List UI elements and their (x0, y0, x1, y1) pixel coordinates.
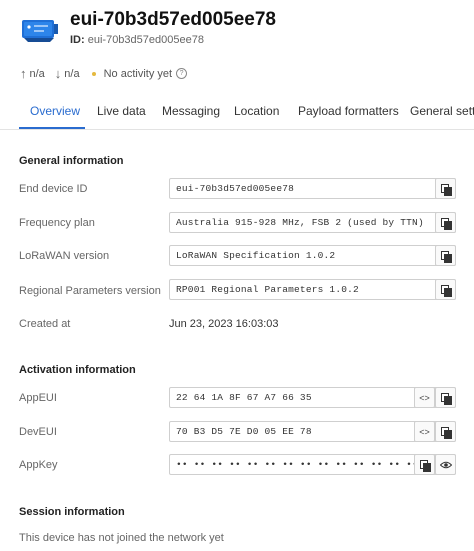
downlink-stat: ↓ n/a (55, 66, 80, 81)
show-appkey-button[interactable] (435, 454, 456, 475)
copy-end-device-id-button[interactable] (435, 178, 456, 199)
device-id-value: eui-70b3d57ed005ee78 (87, 34, 204, 46)
deveui-format-toggle[interactable]: <> (414, 421, 435, 442)
device-id-label: ID: (70, 34, 85, 46)
page-title: eui-70b3d57ed005ee78 (70, 9, 276, 30)
frequency-plan-field: Australia 915-928 MHz, FSB 2 (used by TT… (169, 212, 456, 233)
lorawan-version-field: LoRaWAN Specification 1.0.2 (169, 245, 456, 266)
regional-parameters-field: RP001 Regional Parameters 1.0.2 (169, 279, 456, 300)
arrow-up-icon: ↑ (20, 66, 27, 81)
copy-frequency-plan-button[interactable] (435, 212, 456, 233)
frequency-plan-label: Frequency plan (19, 217, 95, 229)
copy-icon (441, 392, 452, 405)
regional-parameters-value: RP001 Regional Parameters 1.0.2 (176, 284, 359, 295)
copy-appkey-button[interactable] (414, 454, 435, 475)
activity-status: No activity yet (103, 67, 173, 80)
appeui-value: 22 64 1A 8F 67 A7 66 35 (176, 392, 312, 403)
copy-regional-parameters-button[interactable] (435, 279, 456, 300)
created-at-label: Created at (19, 318, 71, 330)
tab-payload-formatters[interactable]: Payload formatters (298, 104, 399, 118)
frequency-plan-value: Australia 915-928 MHz, FSB 2 (used by TT… (176, 217, 424, 228)
tab-overview[interactable]: Overview (30, 104, 80, 118)
copy-icon (441, 183, 452, 196)
end-device-id-field: eui-70b3d57ed005ee78 (169, 178, 456, 199)
session-information-heading: Session information (19, 506, 125, 518)
end-device-id-value: eui-70b3d57ed005ee78 (176, 183, 295, 194)
status-dot-icon (91, 71, 96, 76)
appeui-format-toggle[interactable]: <> (414, 387, 435, 408)
copy-icon (441, 426, 452, 439)
device-id: ID: eui-70b3d57ed005ee78 (70, 34, 204, 46)
created-at-value: Jun 23, 2023 16:03:03 (169, 318, 279, 330)
downlink-value: n/a (64, 67, 80, 80)
device-icon (22, 20, 58, 42)
copy-icon (441, 250, 452, 263)
active-tab-indicator (19, 127, 85, 129)
tab-bar: Overview Live data Messaging Location Pa… (0, 96, 474, 130)
deveui-label: DevEUI (19, 426, 57, 438)
tab-location[interactable]: Location (234, 104, 279, 118)
tab-messaging[interactable]: Messaging (162, 104, 220, 118)
eye-icon (439, 461, 452, 468)
appeui-field: 22 64 1A 8F 67 A7 66 35 <> (169, 387, 456, 408)
appkey-masked-value: •• •• •• •• •• •• •• •• •• •• •• •• •• •… (176, 459, 454, 470)
appeui-label: AppEUI (19, 392, 57, 404)
copy-lorawan-version-button[interactable] (435, 245, 456, 266)
deveui-field: 70 B3 D5 7E D0 05 EE 78 <> (169, 421, 456, 442)
end-device-id-label: End device ID (19, 183, 88, 195)
device-stats: ↑ n/a ↓ n/a No activity yet ? (20, 66, 188, 81)
help-icon[interactable]: ? (176, 68, 188, 79)
copy-icon (441, 284, 452, 297)
tab-live-data[interactable]: Live data (97, 104, 146, 118)
appkey-label: AppKey (19, 459, 58, 471)
arrow-down-icon: ↓ (54, 66, 62, 81)
session-status-text: This device has not joined the network y… (19, 532, 224, 544)
tab-general-settings[interactable]: General settin (410, 104, 474, 118)
general-information-heading: General information (19, 155, 124, 167)
appkey-field: •• •• •• •• •• •• •• •• •• •• •• •• •• •… (169, 454, 456, 475)
copy-icon (441, 217, 452, 230)
lorawan-version-label: LoRaWAN version (19, 250, 110, 262)
deveui-value: 70 B3 D5 7E D0 05 EE 78 (176, 426, 312, 437)
uplink-value: n/a (29, 67, 45, 80)
activation-information-heading: Activation information (19, 364, 136, 376)
uplink-stat: ↑ n/a (20, 66, 45, 81)
lorawan-version-value: LoRaWAN Specification 1.0.2 (176, 250, 336, 261)
copy-deveui-button[interactable] (435, 421, 456, 442)
copy-icon (420, 459, 431, 472)
regional-parameters-label: Regional Parameters version (19, 285, 161, 297)
copy-appeui-button[interactable] (435, 387, 456, 408)
